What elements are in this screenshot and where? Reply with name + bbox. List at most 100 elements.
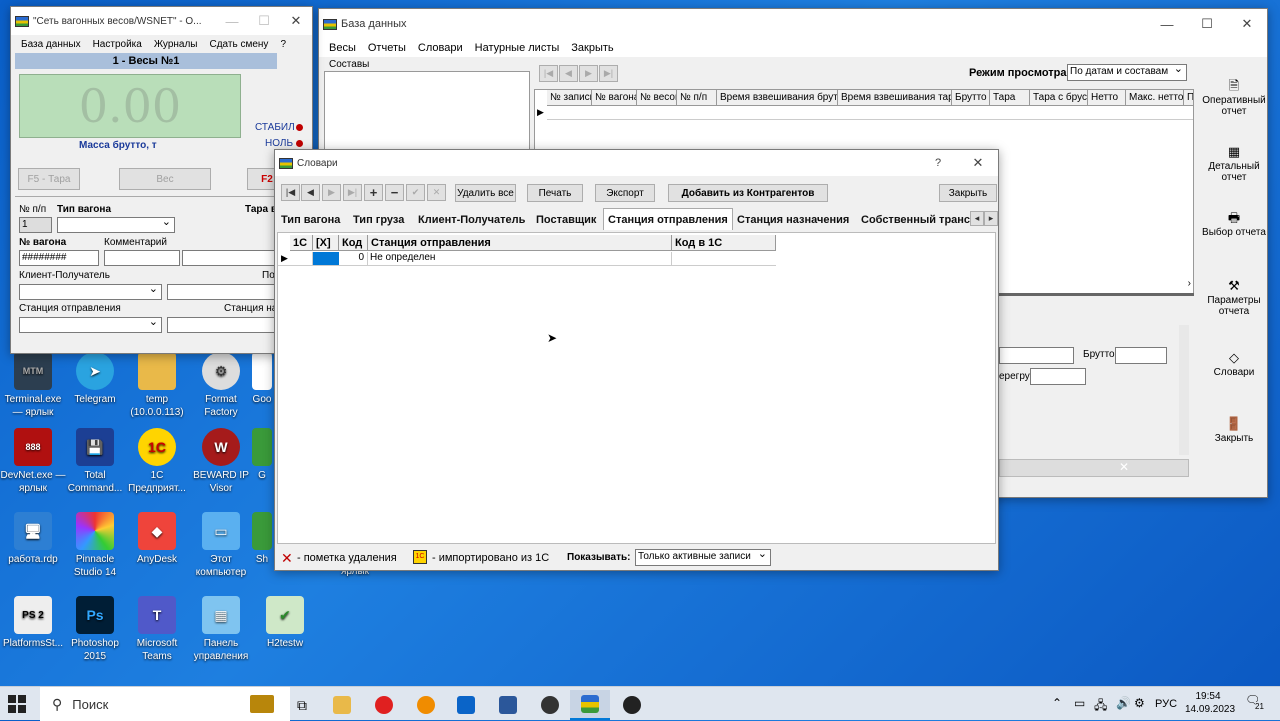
col-header[interactable]: № весов [637, 90, 677, 106]
minimize-icon[interactable]: — [1147, 9, 1187, 39]
maximize-icon[interactable]: ☐ [1187, 9, 1227, 39]
tab-own-transport[interactable]: Собственный транс [861, 211, 971, 229]
side-operative-report[interactable]: 🗎 Оперативный отчет [1199, 77, 1269, 118]
language-indicator[interactable]: РУС [1155, 698, 1177, 710]
v-scrollbar[interactable] [1179, 325, 1189, 455]
tab-station-from[interactable]: Станция отправления [603, 208, 733, 230]
menu-help[interactable]: ? [274, 39, 292, 50]
desktop-icon-temp[interactable]: temp (10.0.0.113) [124, 352, 190, 419]
menu-journals[interactable]: Журналы [148, 39, 204, 50]
h-scroll-right-icon[interactable]: › [1188, 278, 1191, 289]
station-from-select[interactable] [19, 315, 162, 333]
taskbar-app-orange[interactable] [406, 690, 446, 720]
col-1c[interactable]: 1С [290, 235, 313, 251]
desktop-icon-1c[interactable]: 1С 1С Предприят... [124, 428, 190, 495]
taskbar-explorer[interactable] [322, 690, 362, 720]
desktop-icon-computer[interactable]: ▭ Этот компьютер [188, 512, 254, 579]
desktop-icon-pinnacle[interactable]: Pinnacle Studio 14 [62, 512, 128, 579]
cell-station[interactable]: Не определен [370, 252, 672, 265]
desktop-icon-h2testw[interactable]: ✔ H2testw [252, 596, 318, 650]
tray-chevron-icon[interactable]: ⌃ [1052, 696, 1062, 710]
desktop-icon-photoshop[interactable]: Ps Photoshop 2015 [62, 596, 128, 663]
menu-settings[interactable]: Настройка [87, 39, 148, 50]
menu-otchety[interactable]: Отчеты [362, 42, 412, 54]
extra-field[interactable] [182, 250, 276, 266]
col-deleted[interactable]: [X] [313, 235, 339, 251]
tabs-left-icon[interactable]: ◂ [970, 211, 984, 226]
cell-code-1c[interactable] [672, 252, 776, 265]
cell-deleted[interactable] [313, 252, 339, 265]
col-code[interactable]: Код [339, 235, 368, 251]
wagon-no-field[interactable]: ######## [19, 250, 99, 266]
col-header[interactable]: № вагона [592, 90, 637, 106]
cell-1c[interactable] [290, 252, 313, 265]
desktop-icon-format-factory[interactable]: ⚙ Format Factory [188, 352, 254, 419]
tab-supplier[interactable]: Поставщик [536, 211, 596, 229]
task-view-icon[interactable]: ⧉ [282, 690, 322, 720]
wagon-type-select[interactable] [57, 215, 175, 233]
weight-button[interactable]: Вес [119, 168, 211, 190]
tab-wagon-type[interactable]: Тип вагона [281, 211, 340, 229]
col-header[interactable]: № п/п [677, 90, 717, 106]
minimize-icon[interactable]: — [216, 7, 248, 35]
nav-next-icon[interactable]: ▶ [579, 65, 598, 82]
taskbar-search[interactable]: ⚲ Поиск [40, 687, 290, 721]
close-icon[interactable]: ✕ [958, 150, 998, 176]
desktop-icon-beward[interactable]: W BEWARD IP Visor [188, 428, 254, 495]
close-icon[interactable]: ✕ [280, 7, 312, 35]
last-record-icon[interactable]: ▶| [343, 184, 362, 201]
comment-field[interactable] [104, 250, 180, 266]
desktop-icon-sh[interactable]: Sh [250, 512, 274, 566]
desktop-icon-rdp[interactable]: 🖥 работа.rdp [0, 512, 66, 566]
tabs-right-icon[interactable]: ▸ [984, 211, 998, 226]
prev-record-icon[interactable]: ◀ [301, 184, 320, 201]
nav-prev-icon[interactable]: ◀ [559, 65, 578, 82]
col-station[interactable]: Станция отправления [368, 235, 672, 251]
tab-cargo-type[interactable]: Тип груза [353, 211, 404, 229]
battery-icon[interactable]: ▭ [1074, 696, 1085, 710]
desktop-icon-devnet[interactable]: 888 DevNet.exe — ярлык [0, 428, 66, 495]
tab-client[interactable]: Клиент-Получатель [418, 211, 525, 229]
add-record-icon[interactable]: + [364, 184, 383, 201]
clock[interactable]: 19:54 14.09.2023 [1185, 690, 1235, 716]
overload-field[interactable] [1030, 368, 1086, 385]
col-code-1c[interactable]: Код в 1С [672, 235, 776, 251]
menu-vesy[interactable]: Весы [323, 42, 362, 54]
desktop-icon-terminal[interactable]: MTM Terminal.exe — ярлык [0, 352, 66, 419]
view-mode-select[interactable]: По датам и составам [1067, 62, 1187, 81]
taskbar-media[interactable] [612, 690, 652, 720]
side-choose-report[interactable]: 🖶 Выбор отчета [1199, 209, 1269, 239]
desktop-icon-anydesk[interactable]: ◆ AnyDesk [124, 512, 190, 566]
taskbar-wsnet[interactable] [570, 690, 610, 720]
taskbar-opera[interactable] [364, 690, 404, 720]
menu-zakryt[interactable]: Закрыть [565, 42, 619, 54]
maximize-icon[interactable]: ☐ [248, 7, 280, 35]
delete-all-button[interactable]: Удалить все [455, 184, 516, 202]
first-record-icon[interactable]: |◀ [281, 184, 300, 201]
net-field[interactable] [999, 347, 1074, 364]
sostavy-list[interactable] [324, 71, 530, 153]
desktop-icon-tenzo[interactable]: PS 2 PlatformsSt... [0, 596, 66, 650]
side-report-params[interactable]: ⚒ Параметры отчета [1199, 277, 1269, 318]
table-row[interactable]: ▶ 0 Не определен [278, 252, 776, 266]
close-button[interactable]: Закрыть [939, 184, 997, 202]
start-button[interactable] [8, 695, 26, 713]
confirm-icon[interactable]: ✔ [406, 184, 425, 201]
col-header[interactable]: Тара с бруса [1030, 90, 1088, 106]
print-button[interactable]: Печать [527, 184, 583, 202]
col-header[interactable]: Брутто [952, 90, 990, 106]
col-header[interactable]: Время взвешивания тары [838, 90, 952, 106]
menu-shift[interactable]: Сдать смену [204, 39, 275, 50]
taskbar-outlook[interactable] [446, 690, 486, 720]
cell-code[interactable]: 0 [339, 252, 368, 265]
station-to-field[interactable] [167, 317, 277, 333]
col-header[interactable]: Макс. нетто [1126, 90, 1184, 106]
supplier-field[interactable] [167, 284, 277, 300]
nav-last-icon[interactable]: ▶| [599, 65, 618, 82]
close-icon[interactable]: ✕ [1227, 9, 1267, 39]
desktop-icon-control-panel[interactable]: ▦ Панель управления [188, 596, 254, 663]
desktop-icon-telegram[interactable]: ➤ Telegram [62, 352, 128, 406]
export-button[interactable]: Экспорт [595, 184, 655, 202]
desktop-icon-g[interactable]: G [250, 428, 274, 482]
menu-slovari[interactable]: Словари [412, 42, 469, 54]
